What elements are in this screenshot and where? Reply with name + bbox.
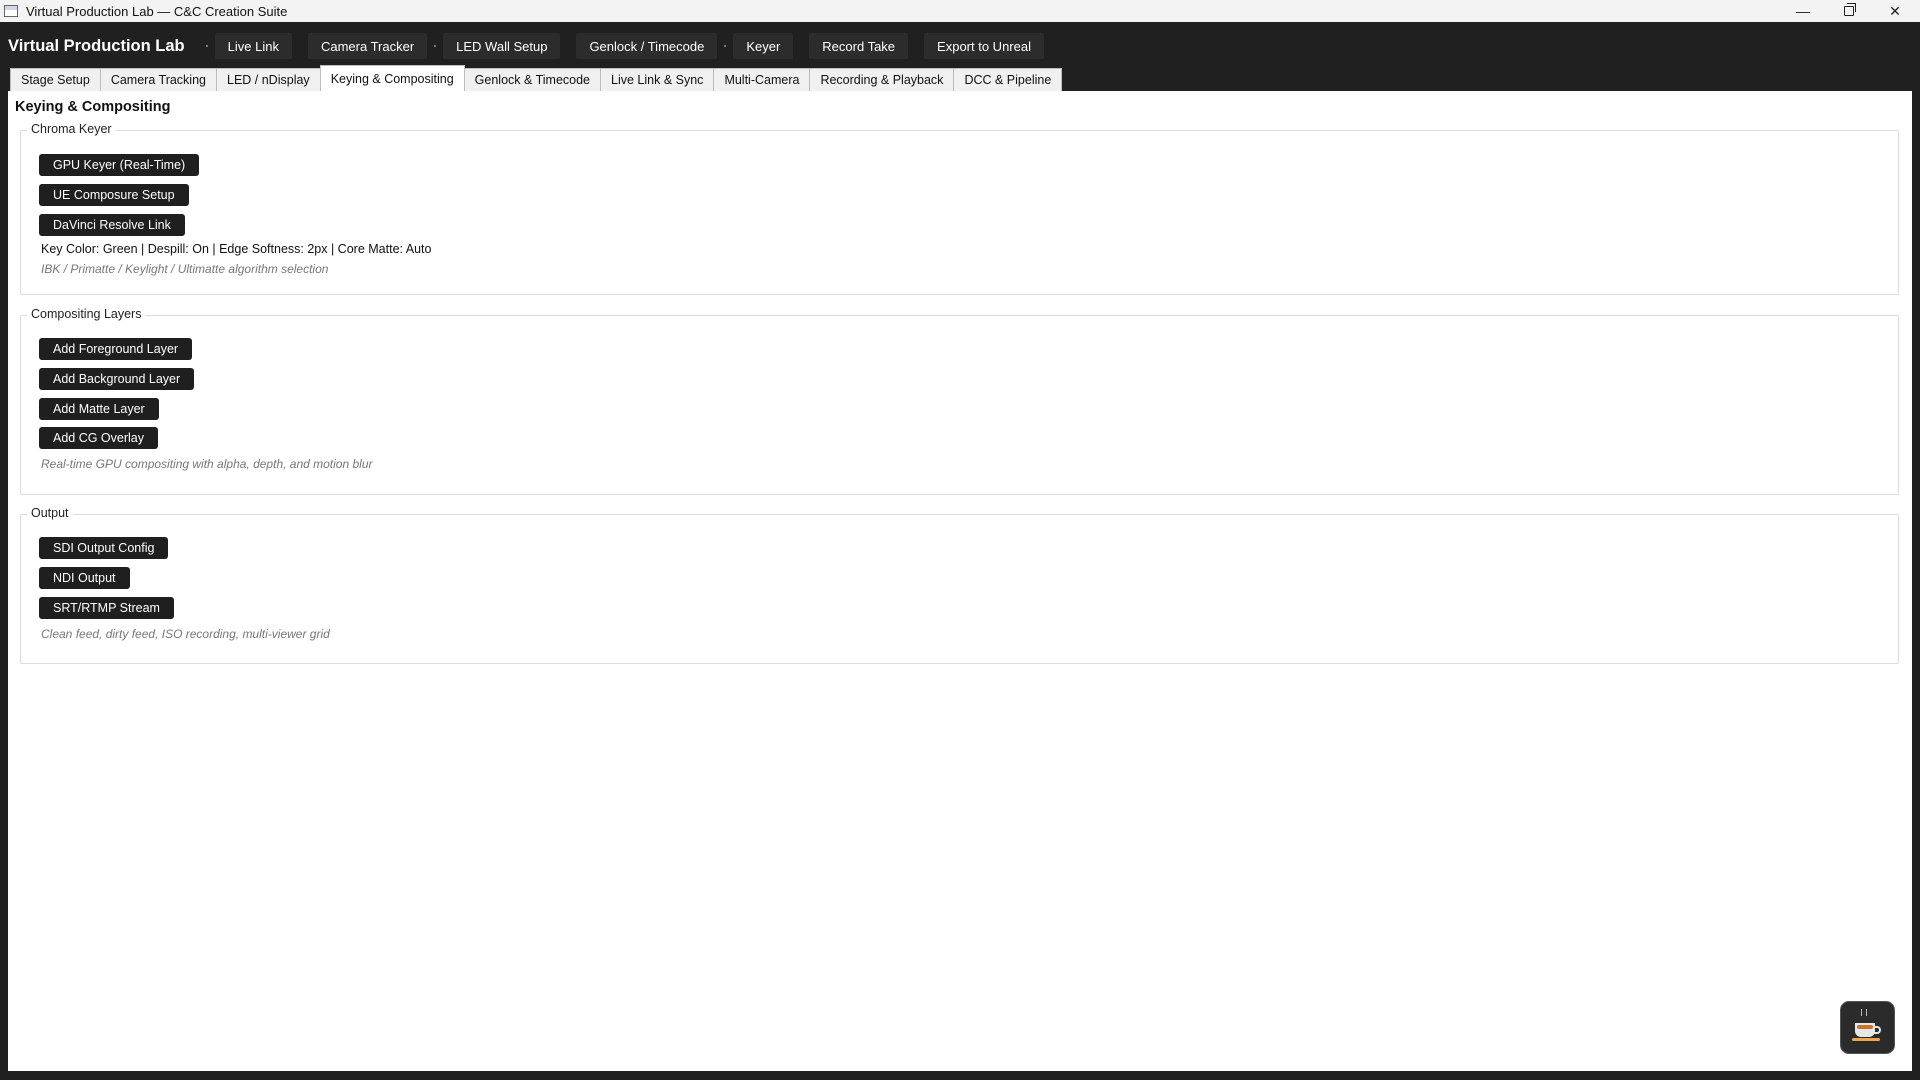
compositing-note: Real-time GPU compositing with alpha, de… (41, 457, 373, 471)
tab-live-link-sync[interactable]: Live Link & Sync (600, 68, 715, 91)
chroma-keyer-legend: Chroma Keyer (27, 122, 116, 136)
compositing-layers-legend: Compositing Layers (27, 307, 146, 321)
live-link-button[interactable]: Live Link (214, 33, 292, 59)
coffee-support-button[interactable] (1840, 1001, 1895, 1054)
tab-genlock-timecode[interactable]: Genlock & Timecode (463, 68, 602, 91)
tab-strip: Stage Setup Camera Tracking LED / nDispl… (0, 65, 1920, 91)
app-icon (4, 5, 18, 17)
toolbar-separator (800, 45, 802, 47)
toolbar-separator (724, 45, 727, 47)
tab-led-ndisplay[interactable]: LED / nDisplay (216, 68, 321, 91)
ndi-output-button[interactable]: NDI Output (39, 567, 130, 589)
ue-composure-setup-button[interactable]: UE Composure Setup (39, 184, 189, 206)
output-legend: Output (27, 506, 73, 520)
davinci-resolve-link-button[interactable]: DaVinci Resolve Link (39, 214, 185, 236)
window-title: Virtual Production Lab — C&C Creation Su… (26, 3, 288, 19)
add-cg-overlay-button[interactable]: Add CG Overlay (39, 427, 159, 449)
keyer-algorithm-note: IBK / Primatte / Keylight / Ultimatte al… (41, 262, 329, 276)
output-note: Clean feed, dirty feed, ISO recording, m… (41, 627, 330, 641)
toolbar-separator (567, 45, 569, 47)
app-brand-title: Virtual Production Lab (8, 36, 185, 55)
keyer-button[interactable]: Keyer (733, 33, 794, 59)
tab-content-panel: Keying & Compositing Chroma Keyer GPU Ke… (8, 91, 1912, 1071)
output-group: Output SDI Output Config NDI Output SRT/… (20, 506, 1899, 664)
page-title: Keying & Compositing (15, 99, 171, 115)
add-background-layer-button[interactable]: Add Background Layer (39, 368, 195, 390)
led-wall-setup-button[interactable]: LED Wall Setup (443, 33, 561, 59)
tab-recording-playback[interactable]: Recording & Playback (809, 68, 955, 91)
main-toolbar: Virtual Production Lab Live Link Camera … (0, 22, 1920, 70)
sdi-output-config-button[interactable]: SDI Output Config (39, 537, 169, 559)
export-to-unreal-button[interactable]: Export to Unreal (924, 33, 1044, 59)
add-foreground-layer-button[interactable]: Add Foreground Layer (39, 338, 193, 360)
compositing-layers-group: Compositing Layers Add Foreground Layer … (20, 307, 1899, 495)
add-matte-layer-button[interactable]: Add Matte Layer (39, 398, 159, 420)
record-take-button[interactable]: Record Take (809, 33, 909, 59)
maximize-button[interactable] (1826, 0, 1872, 22)
tab-dcc-pipeline[interactable]: DCC & Pipeline (953, 68, 1063, 91)
tab-keying-compositing[interactable]: Keying & Compositing (319, 65, 465, 91)
window-title-bar: Virtual Production Lab — C&C Creation Su… (0, 0, 1920, 22)
window-bottom-edge (0, 1071, 1920, 1080)
toolbar-separator (915, 45, 917, 47)
tab-camera-tracking[interactable]: Camera Tracking (99, 68, 217, 91)
tab-multi-camera[interactable]: Multi-Camera (713, 68, 811, 91)
restore-icon (1844, 3, 1856, 16)
chroma-keyer-group: Chroma Keyer GPU Keyer (Real-Time) UE Co… (20, 122, 1899, 295)
close-button[interactable]: ✕ (1872, 0, 1918, 22)
toolbar-separator (299, 45, 301, 47)
toolbar-separator (434, 45, 437, 47)
genlock-timecode-button[interactable]: Genlock / Timecode (576, 33, 718, 59)
coffee-cup-icon (1851, 1008, 1881, 1041)
camera-tracker-button[interactable]: Camera Tracker (307, 33, 428, 59)
gpu-keyer-button[interactable]: GPU Keyer (Real-Time) (39, 154, 200, 176)
tab-stage-setup[interactable]: Stage Setup (10, 68, 101, 91)
minimize-button[interactable]: — (1780, 0, 1826, 22)
srt-rtmp-stream-button[interactable]: SRT/RTMP Stream (39, 597, 174, 619)
toolbar-separator (205, 45, 208, 47)
keyer-settings-info: Key Color: Green | Despill: On | Edge So… (41, 242, 432, 256)
